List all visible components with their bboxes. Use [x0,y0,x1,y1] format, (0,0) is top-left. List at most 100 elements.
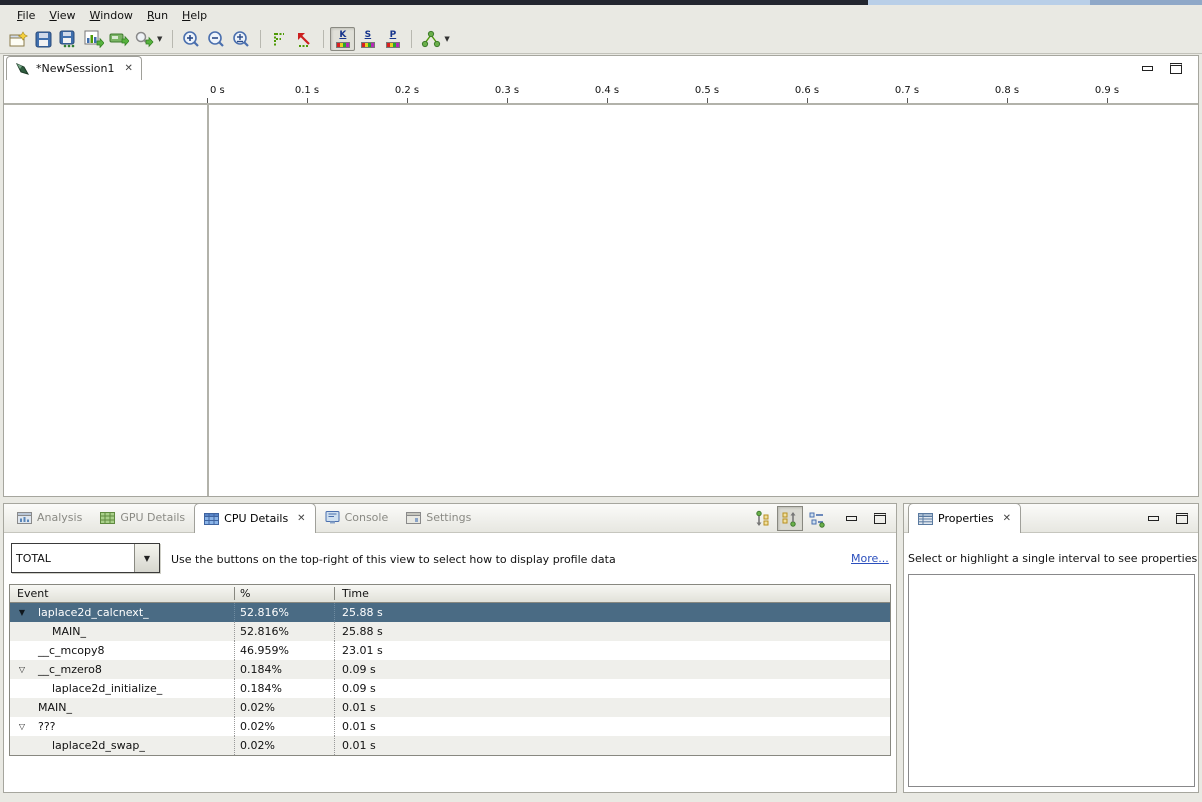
expander-icon[interactable]: ▼ [16,608,28,617]
properties-content: Select or highlight a single interval to… [904,533,1198,791]
column-header-event[interactable]: Event [10,587,235,600]
expander-icon[interactable]: ▽ [16,665,28,674]
new-session-button[interactable] [6,27,31,51]
view-hint-text: Use the buttons on the top-right of this… [171,553,616,566]
import-profile-button[interactable] [106,27,131,51]
ruler-tick-label: 0.3 s [495,85,519,96]
editor-tab-strip: *NewSession1 ✕ [4,56,1198,80]
more-link[interactable]: More... [851,552,889,565]
properties-maximize-button[interactable] [1176,513,1188,524]
tab-cpu-details-label: CPU Details [224,512,288,525]
save-icon [35,31,52,48]
editor-maximize-button[interactable] [1170,63,1182,74]
properties-minimize-button[interactable] [1148,516,1159,521]
ruler-tick-label: 0.2 s [395,85,419,96]
flat-view-icon [808,510,826,528]
table-row[interactable]: laplace2d_initialize_ 0.184% 0.09 s [10,679,890,698]
analysis-dropdown-caret[interactable]: ▼ [443,35,453,43]
column-header-time[interactable]: Time [335,587,890,600]
search-dropdown-caret[interactable]: ▼ [156,35,166,43]
table-row[interactable]: ▼laplace2d_calcnext_ 52.816% 25.88 s [10,603,890,622]
process-view-icon: P [386,31,400,48]
reset-zoom-button[interactable] [292,27,317,51]
tab-console[interactable]: Console [316,503,398,532]
console-tab-icon [325,511,340,524]
tab-analysis[interactable]: Analysis [8,503,91,532]
row-name-divider[interactable] [207,103,209,496]
analysis-tree-button[interactable] [418,27,443,51]
tab-cpu-details[interactable]: CPU Details ✕ [194,503,315,533]
properties-panel: Properties ✕ Select or highlight a singl… [903,503,1199,793]
table-row[interactable]: MAIN_ 0.02% 0.01 s [10,698,890,717]
import-card-icon [109,31,129,47]
tab-properties-label: Properties [938,512,994,525]
metric-combobox-value: TOTAL [12,544,134,572]
gpu-details-tab-icon [100,512,115,524]
ruler-tick-label: 0.5 s [695,85,719,96]
tab-console-label: Console [345,511,389,524]
expander-icon[interactable]: ▽ [16,722,28,731]
tree-topdown-button[interactable] [750,506,776,531]
stream-view-button[interactable]: S [355,27,380,51]
search-run-button[interactable] [131,27,156,51]
timeline-ruler[interactable]: 0 s 0.1 s 0.2 s 0.3 s 0.4 s 0.5 s 0.6 s … [4,80,1198,104]
ruler-tick-label: 0 s [210,85,225,96]
zoom-fit-button[interactable] [229,27,254,51]
editor-minimize-button[interactable] [1142,66,1153,71]
chevron-down-icon: ▼ [144,554,150,563]
save-all-icon [59,30,78,48]
details-maximize-button[interactable] [874,513,886,524]
table-row[interactable]: ▽??? 0.02% 0.01 s [10,717,890,736]
tab-analysis-label: Analysis [37,511,82,524]
session-tab-close-icon[interactable]: ✕ [124,63,132,74]
ruler-baseline [4,103,1198,105]
ruler-tick-label: 0.8 s [995,85,1019,96]
magnifier-run-icon [134,31,154,48]
menu-file[interactable]: File [10,7,42,24]
ruler-tick-label: 0.1 s [295,85,319,96]
tab-settings-label: Settings [426,511,471,524]
menu-run[interactable]: Run [140,7,175,24]
process-view-button[interactable]: P [380,27,405,51]
tab-properties[interactable]: Properties ✕ [908,503,1021,533]
cpu-details-close-icon[interactable]: ✕ [297,513,305,524]
kernel-view-button[interactable]: K [330,27,355,51]
details-tab-strip: Analysis GPU Details CPU Details ✕ Conso… [4,504,896,533]
ruler-tick-label: 0.9 s [1095,85,1119,96]
analysis-tree-icon [420,30,442,48]
details-minimize-button[interactable] [846,516,857,521]
menu-view[interactable]: View [42,7,82,24]
tree-topdown-icon [754,510,772,528]
column-header-percent[interactable]: % [235,587,335,600]
tab-gpu-details[interactable]: GPU Details [91,503,194,532]
ruler-tick-label: 0.4 s [595,85,619,96]
kernel-view-icon: K [336,31,350,48]
properties-tab-strip: Properties ✕ [904,504,1198,533]
save-button[interactable] [31,27,56,51]
tab-settings[interactable]: Settings [397,503,480,532]
properties-close-icon[interactable]: ✕ [1003,513,1011,524]
table-row[interactable]: MAIN_ 52.816% 25.88 s [10,622,890,641]
table-header[interactable]: Event % Time [10,585,890,603]
generate-timeline-button[interactable] [81,27,106,51]
combobox-dropdown-button[interactable]: ▼ [134,544,159,572]
zoom-in-button[interactable] [179,27,204,51]
zoom-out-button[interactable] [204,27,229,51]
tree-bottomup-button[interactable] [777,506,803,531]
flat-view-button[interactable] [804,506,830,531]
menu-window[interactable]: Window [83,7,140,24]
details-panel: Analysis GPU Details CPU Details ✕ Conso… [3,503,897,793]
table-row[interactable]: ▽__c_mzero8 0.184% 0.09 s [10,660,890,679]
tree-bottomup-icon [781,510,799,528]
table-row[interactable]: __c_mcopy8 46.959% 23.01 s [10,641,890,660]
save-all-button[interactable] [56,27,81,51]
cpu-events-table: Event % Time ▼laplace2d_calcnext_ 52.816… [9,584,891,756]
menu-help[interactable]: Help [175,7,214,24]
tab-gpu-details-label: GPU Details [120,511,185,524]
session-tab[interactable]: *NewSession1 ✕ [6,56,142,80]
properties-tab-icon [918,513,933,525]
table-row[interactable]: laplace2d_swap_ 0.02% 0.01 s [10,736,890,755]
zoom-out-icon [207,30,226,49]
metric-combobox[interactable]: TOTAL ▼ [11,543,160,573]
mark-range-button[interactable] [267,27,292,51]
